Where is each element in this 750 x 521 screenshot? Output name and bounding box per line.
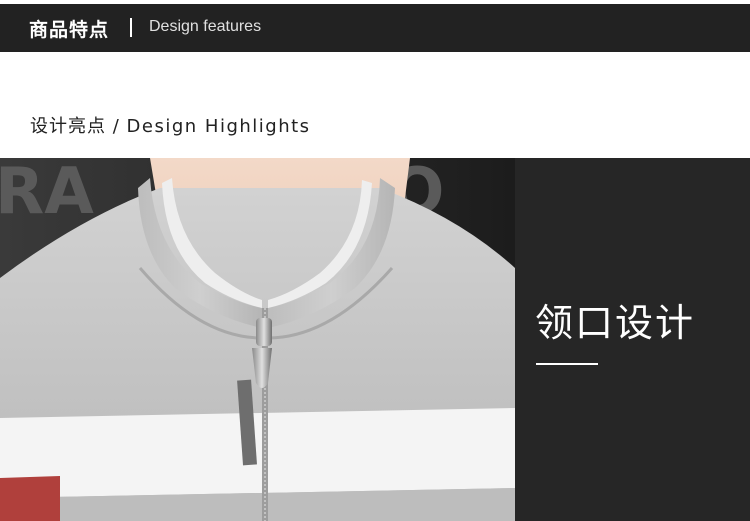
svg-text:RA: RA: [0, 158, 94, 229]
section-title-separator: /: [112, 116, 120, 137]
section-title-en: Design Highlights: [126, 116, 311, 137]
product-photo-illustration: RA O #4: [0, 158, 515, 521]
feature-panel: 领口设计: [515, 158, 750, 521]
feature-underline: [536, 363, 598, 365]
header-bar: 商品特点 Design features: [0, 4, 750, 52]
section-title-zh: 设计亮点: [30, 116, 106, 137]
product-photo: RA O #4: [0, 158, 515, 521]
header-title-en: Design features: [149, 18, 262, 35]
header-divider: [130, 18, 132, 37]
feature-label: 领口设计: [535, 301, 696, 345]
section-title: 设计亮点 / Design Highlights: [30, 112, 311, 138]
header-title-zh: 商品特点: [29, 19, 110, 41]
